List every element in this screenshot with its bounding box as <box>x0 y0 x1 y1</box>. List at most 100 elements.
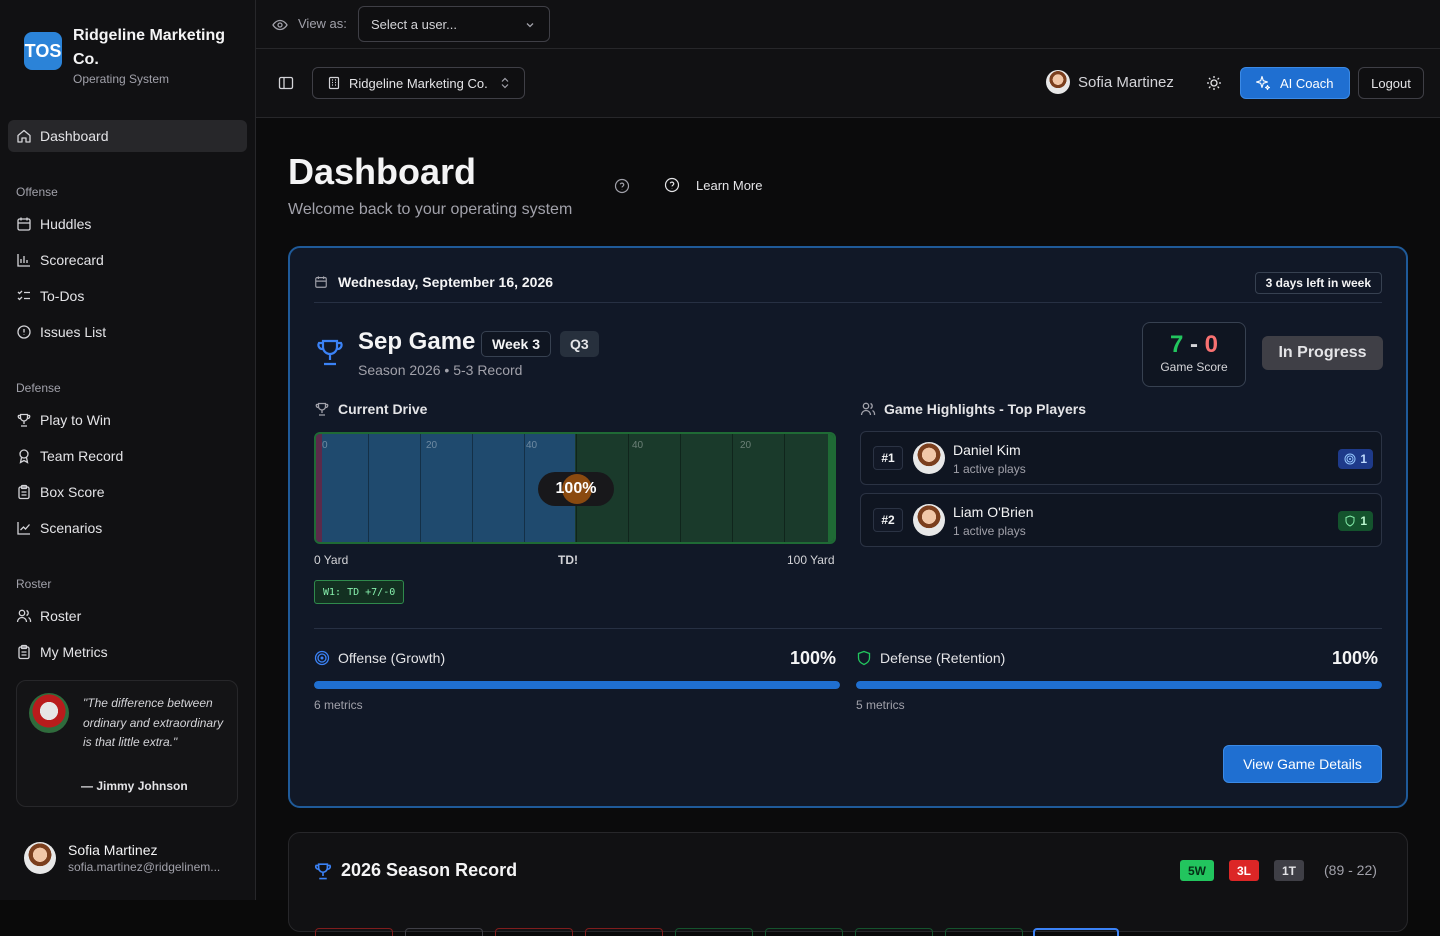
view-as-select[interactable]: Select a user... <box>358 6 550 42</box>
main-content: Dashboard Welcome back to your operating… <box>256 118 1440 936</box>
help-circle-icon <box>664 177 680 193</box>
sidebar-item-label: Play to Win <box>40 412 111 428</box>
highlights-text: Game Highlights - Top Players <box>884 401 1087 417</box>
endzone-right <box>828 434 834 542</box>
offense-progress-bar <box>314 681 840 689</box>
ai-coach-button[interactable]: AI Coach <box>1240 67 1350 99</box>
game-title: Sep Game <box>358 328 476 355</box>
td-label: TD! <box>558 553 578 567</box>
line-chart-icon <box>17 522 30 535</box>
week-tab[interactable] <box>495 928 573 936</box>
yard-line <box>472 434 473 542</box>
sidebar-toggle-icon[interactable] <box>278 75 294 91</box>
week-tab[interactable] <box>675 928 753 936</box>
sidebar-item-dashboard[interactable]: Dashboard <box>16 124 109 148</box>
quote-text: "The difference between ordinary and ext… <box>83 696 224 749</box>
player-card[interactable]: #1 Daniel Kim 1 active plays 1 <box>860 431 1382 485</box>
view-as-bar: View as: Select a user... <box>256 0 1440 49</box>
season-title: 2026 Season Record <box>341 860 518 880</box>
sparkles-icon <box>1255 75 1271 91</box>
quote-avatar <box>29 693 69 733</box>
org-switcher[interactable]: Ridgeline Marketing Co. <box>312 67 525 99</box>
sidebar-item-label: My Metrics <box>40 644 108 660</box>
player-rank: #1 <box>873 446 903 470</box>
player-avatar <box>913 442 945 474</box>
brand[interactable]: TOS Ridgeline Marketing Co. Operating Sy… <box>24 24 243 86</box>
learn-more-button[interactable]: Learn More <box>664 177 762 193</box>
header-avatar <box>1046 70 1070 94</box>
week-tab[interactable] <box>315 928 393 936</box>
yard-marker: 20 <box>426 440 438 451</box>
week-tab[interactable] <box>405 928 483 936</box>
page-title: Dashboard <box>288 151 477 192</box>
org-subtitle: Operating System <box>73 72 170 86</box>
sidebar-item-team-record[interactable]: Team Record <box>16 444 123 468</box>
yard-marker: 40 <box>632 440 644 451</box>
week-tab-active[interactable] <box>1033 928 1119 936</box>
yard-start-label: 0 Yard <box>314 553 349 567</box>
trophy-icon <box>317 339 343 366</box>
page-subtitle: Welcome back to your operating system <box>288 201 573 218</box>
yard-line <box>368 434 369 542</box>
sidebar-item-label: Issues List <box>40 324 107 340</box>
sun-icon[interactable] <box>1206 75 1222 91</box>
losses-badge: 3L <box>1229 860 1260 881</box>
yard-marker: 0 <box>322 440 328 451</box>
logout-button[interactable]: Logout <box>1358 67 1424 99</box>
player-card[interactable]: #2 Liam O'Brien 1 active plays 1 <box>860 493 1382 547</box>
nav-group-defense: Defense <box>16 381 61 395</box>
sidebar-item-roster[interactable]: Roster <box>16 604 81 628</box>
player-defense-badge: 1 <box>1338 511 1373 531</box>
drive-field: 0 20 40 40 20 100% <box>314 432 836 544</box>
sidebar-item-play-to-win[interactable]: Play to Win <box>16 408 111 432</box>
week-tab[interactable] <box>855 928 933 936</box>
logout-label: Logout <box>1371 75 1411 91</box>
offense-label: Offense (Growth) <box>338 650 446 666</box>
header: Ridgeline Marketing Co. Sofia Martinez A… <box>256 49 1440 118</box>
week-tab[interactable] <box>765 928 843 936</box>
calendar-icon <box>17 217 31 231</box>
sidebar-item-issues[interactable]: Issues List <box>16 320 106 344</box>
season-record-card: 2026 Season Record 5W 3L 1T (89 - 22) <box>288 832 1408 936</box>
score-label: Game Score <box>1160 360 1228 374</box>
sidebar-item-todos[interactable]: To-Dos <box>16 284 84 308</box>
header-user-name[interactable]: Sofia Martinez <box>1078 74 1174 91</box>
alert-circle-icon <box>17 325 31 339</box>
users-icon <box>16 609 32 623</box>
learn-more-label: Learn More <box>696 177 763 193</box>
sidebar: TOS Ridgeline Marketing Co. Operating Sy… <box>0 0 256 900</box>
player-name: Daniel Kim <box>953 442 1021 458</box>
sidebar-item-label: Team Record <box>40 448 124 464</box>
sidebar-item-box-score[interactable]: Box Score <box>16 480 105 504</box>
clipboard-icon <box>18 484 30 500</box>
current-drive-label: Current Drive <box>314 401 427 417</box>
sidebar-item-scenarios[interactable]: Scenarios <box>16 516 102 540</box>
sidebar-item-huddles[interactable]: Huddles <box>16 212 91 236</box>
drive-result-chip[interactable]: W1: TD +7/-0 <box>314 580 405 604</box>
yard-marker: 40 <box>526 440 538 451</box>
defense-progress-bar <box>856 681 1382 689</box>
view-game-details-button[interactable]: View Game Details <box>1223 745 1382 783</box>
game-date: Wednesday, September 16, 2026 <box>314 274 553 290</box>
sidebar-item-scorecard[interactable]: Scorecard <box>16 248 104 272</box>
bar-chart-icon <box>17 254 30 267</box>
sidebar-item-label: Roster <box>40 608 82 624</box>
offense-percent: 100% <box>790 648 837 668</box>
player-rank: #2 <box>873 508 903 532</box>
yard-line <box>680 434 681 542</box>
org-name: Ridgeline Marketing Co. <box>73 27 226 68</box>
week-tab[interactable] <box>585 928 663 936</box>
target-icon <box>314 650 330 666</box>
player-badge-count: 1 <box>1360 514 1367 528</box>
week-tab[interactable] <box>945 928 1023 936</box>
yard-line <box>524 434 525 542</box>
sidebar-user[interactable]: Sofia Martinez sofia.martinez@ridgelinem… <box>24 842 220 874</box>
target-icon <box>1344 453 1356 465</box>
sidebar-item-my-metrics[interactable]: My Metrics <box>16 640 108 664</box>
player-meta: 1 active plays <box>953 462 1026 476</box>
award-icon <box>19 449 29 464</box>
brand-logo: TOS <box>24 32 62 70</box>
ai-coach-label: AI Coach <box>1280 75 1334 91</box>
game-date-text: Wednesday, September 16, 2026 <box>338 274 554 290</box>
help-icon[interactable] <box>614 178 630 194</box>
